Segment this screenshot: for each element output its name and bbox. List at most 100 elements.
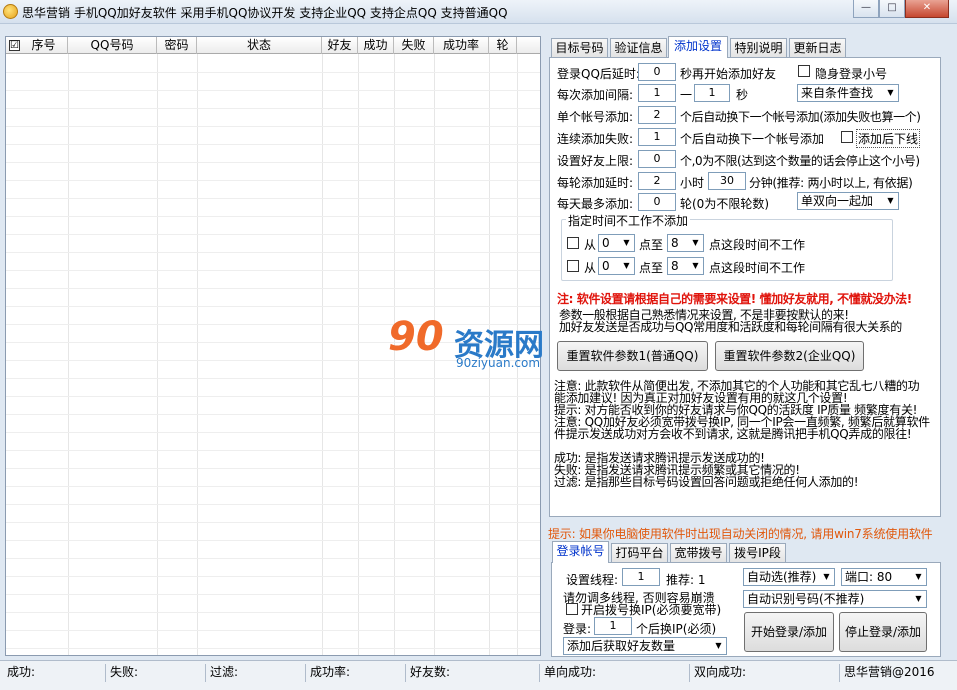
offline-after-label: 添加后下线 xyxy=(856,129,921,148)
tab-dial-ip-range[interactable]: 拨号IP段 xyxy=(729,543,786,563)
dial-ip-label: 开启拨号换IP(必须要宽带) xyxy=(581,603,722,617)
close-button[interactable]: ✕ xyxy=(905,0,949,18)
status-copyright: 思华营销@2016 xyxy=(844,665,935,679)
chevron-down-icon: ▼ xyxy=(619,235,634,251)
time1-to-select[interactable]: 8 ▼ xyxy=(667,234,704,252)
chevron-down-icon: ▼ xyxy=(711,638,726,654)
time1-checkbox[interactable] xyxy=(567,237,579,249)
column-header-round[interactable]: 轮 xyxy=(489,37,517,54)
friend-limit-suffix: 个,0为不限(达到这个数量的话会停止这个小号) xyxy=(680,154,920,168)
time2-from-label: 从 xyxy=(584,261,597,275)
select-all-checkbox[interactable]: ☑ xyxy=(9,40,20,51)
time1-suffix: 点这段时间不工作 xyxy=(709,238,806,252)
login-delay-input[interactable]: 0 xyxy=(638,63,676,81)
round-hours-input[interactable]: 2 xyxy=(638,172,676,190)
chevron-down-icon: ▼ xyxy=(883,85,898,101)
daily-max-suffix: 轮(0为不限轮数) xyxy=(680,197,769,211)
chevron-down-icon: ▼ xyxy=(619,258,634,274)
tab-special-notes[interactable]: 特别说明 xyxy=(730,38,787,58)
status-bar: 成功: 失败: 过滤: 成功率: 好友数: 单向成功: 双向成功: 思华营销@2… xyxy=(0,660,957,690)
maximize-button[interactable]: □ xyxy=(879,0,905,18)
grid-header: ☑ 序号 QQ号码 密码 状态 好友 成功 失败 成功率 轮 xyxy=(6,37,540,54)
round-minutes-input[interactable]: 30 xyxy=(708,172,746,190)
daily-max-input[interactable]: 0 xyxy=(638,193,676,211)
system-hint: 提示: 如果你电脑使用软件时出现自动关闭的情况, 请用win7系统使用软件 xyxy=(548,527,933,541)
chevron-down-icon: ▼ xyxy=(911,569,926,585)
chevron-down-icon: ▼ xyxy=(819,569,834,585)
after-add-select[interactable]: 添加后获取好友数量 ▼ xyxy=(563,637,727,655)
interval-label: 每次添加间隔: xyxy=(557,88,634,102)
interval-dash: 一 xyxy=(680,88,693,102)
interval-from-input[interactable]: 1 xyxy=(638,84,676,102)
status-fail: 失败: xyxy=(106,664,206,682)
status-rate: 成功率: xyxy=(306,664,406,682)
reset-params2-button[interactable]: 重置软件参数2(企业QQ) xyxy=(715,341,864,371)
interval-unit: 秒 xyxy=(736,88,749,102)
minimize-button[interactable]: — xyxy=(853,0,879,18)
tab-login-accounts[interactable]: 登录帐号 xyxy=(552,541,609,563)
auto-select[interactable]: 自动选(推荐) ▼ xyxy=(743,568,835,586)
friend-limit-label: 设置好友上限: xyxy=(557,154,634,168)
auto-detect-select[interactable]: 自动识别号码(不推荐) ▼ xyxy=(743,590,927,608)
friend-limit-input[interactable]: 0 xyxy=(638,150,676,168)
time2-from-select[interactable]: 0 ▼ xyxy=(598,257,635,275)
round-hours-unit: 小时 xyxy=(680,176,705,190)
consecutive-fail-input[interactable]: 1 xyxy=(638,128,676,146)
daily-max-label: 每天最多添加: xyxy=(557,197,634,211)
login-count-suffix: 个后换IP(必须) xyxy=(636,622,717,636)
round-minutes-suffix: 分钟(推荐: 两小时以上, 有依据) xyxy=(749,176,913,190)
title-bar: 思华营销 手机QQ加好友软件 采用手机QQ协议开发 支持企业QQ 支持企点QQ … xyxy=(0,0,957,24)
chevron-down-icon: ▼ xyxy=(688,258,703,274)
column-header-index[interactable]: ☑ 序号 xyxy=(6,37,68,54)
single-account-label: 单个帐号添加: xyxy=(557,110,634,124)
settings-warning: 注: 软件设置请根据自己的需要来设置! 懂加好友就用, 不懂就没办法! xyxy=(557,292,912,306)
stop-login-button[interactable]: 停止登录/添加 xyxy=(839,612,927,652)
time-off-group-title: 指定时间不工作不添加 xyxy=(566,212,691,229)
column-header-fail[interactable]: 失败 xyxy=(394,37,434,54)
status-two-way: 双向成功: xyxy=(690,664,840,682)
interval-to-input[interactable]: 1 xyxy=(694,84,730,102)
column-header-success[interactable]: 成功 xyxy=(358,37,394,54)
login-count-label: 登录: xyxy=(563,622,592,636)
source-select[interactable]: 来自条件查找 ▼ xyxy=(797,84,899,102)
app-window: 思华营销 手机QQ加好友软件 采用手机QQ协议开发 支持企业QQ 支持企点QQ … xyxy=(0,0,957,690)
app-logo-icon xyxy=(3,4,18,19)
column-header-password[interactable]: 密码 xyxy=(157,37,197,54)
time1-from-label: 从 xyxy=(584,238,597,252)
tab-target-numbers[interactable]: 目标号码 xyxy=(551,38,608,58)
start-login-button[interactable]: 开始登录/添加 xyxy=(744,612,834,652)
round-delay-label: 每轮添加延时: xyxy=(557,176,634,190)
time2-checkbox[interactable] xyxy=(567,260,579,272)
dial-ip-checkbox[interactable] xyxy=(566,603,578,615)
login-delay-label: 登录QQ后延时: xyxy=(557,67,640,81)
status-friends: 好友数: xyxy=(406,664,540,682)
tab-captcha-platform[interactable]: 打码平台 xyxy=(611,543,668,563)
time2-suffix: 点这段时间不工作 xyxy=(709,261,806,275)
usage-notes: 注意: 此款软件从简便出发, 不添加其它的个人功能和其它乱七八糟的功 能添加建议… xyxy=(554,379,930,489)
chevron-down-icon: ▼ xyxy=(883,193,898,209)
reset-params1-button[interactable]: 重置软件参数1(普通QQ) xyxy=(557,341,708,371)
threads-input[interactable]: 1 xyxy=(622,568,660,586)
window-controls: — □ ✕ xyxy=(853,0,949,18)
tab-add-settings[interactable]: 添加设置 xyxy=(668,36,728,58)
login-delay-suffix: 秒再开始添加好友 xyxy=(680,67,777,81)
column-header-status[interactable]: 状态 xyxy=(197,37,322,54)
chevron-down-icon: ▼ xyxy=(911,591,926,607)
tab-update-log[interactable]: 更新日志 xyxy=(789,38,846,58)
settings-note2: 加好友发送是否成功与QQ常用度和活跃度和每轮间隔有很大关系的 xyxy=(559,320,902,334)
hidden-login-checkbox[interactable] xyxy=(798,65,810,77)
time2-to-select[interactable]: 8 ▼ xyxy=(667,257,704,275)
single-account-input[interactable]: 2 xyxy=(638,106,676,124)
column-header-friends[interactable]: 好友 xyxy=(322,37,358,54)
login-count-input[interactable]: 1 xyxy=(594,617,632,635)
threads-label: 设置线程: xyxy=(566,573,619,587)
tab-broadband-dial[interactable]: 宽带拨号 xyxy=(670,543,727,563)
offline-after-checkbox[interactable] xyxy=(841,131,853,143)
time1-from-select[interactable]: 0 ▼ xyxy=(598,234,635,252)
column-header-rate[interactable]: 成功率 xyxy=(434,37,489,54)
chevron-down-icon: ▼ xyxy=(688,235,703,251)
tab-verification[interactable]: 验证信息 xyxy=(610,38,667,58)
column-header-qq[interactable]: QQ号码 xyxy=(68,37,157,54)
port-select[interactable]: 端口: 80 ▼ xyxy=(841,568,927,586)
direction-select[interactable]: 单双向一起加 ▼ xyxy=(797,192,899,210)
